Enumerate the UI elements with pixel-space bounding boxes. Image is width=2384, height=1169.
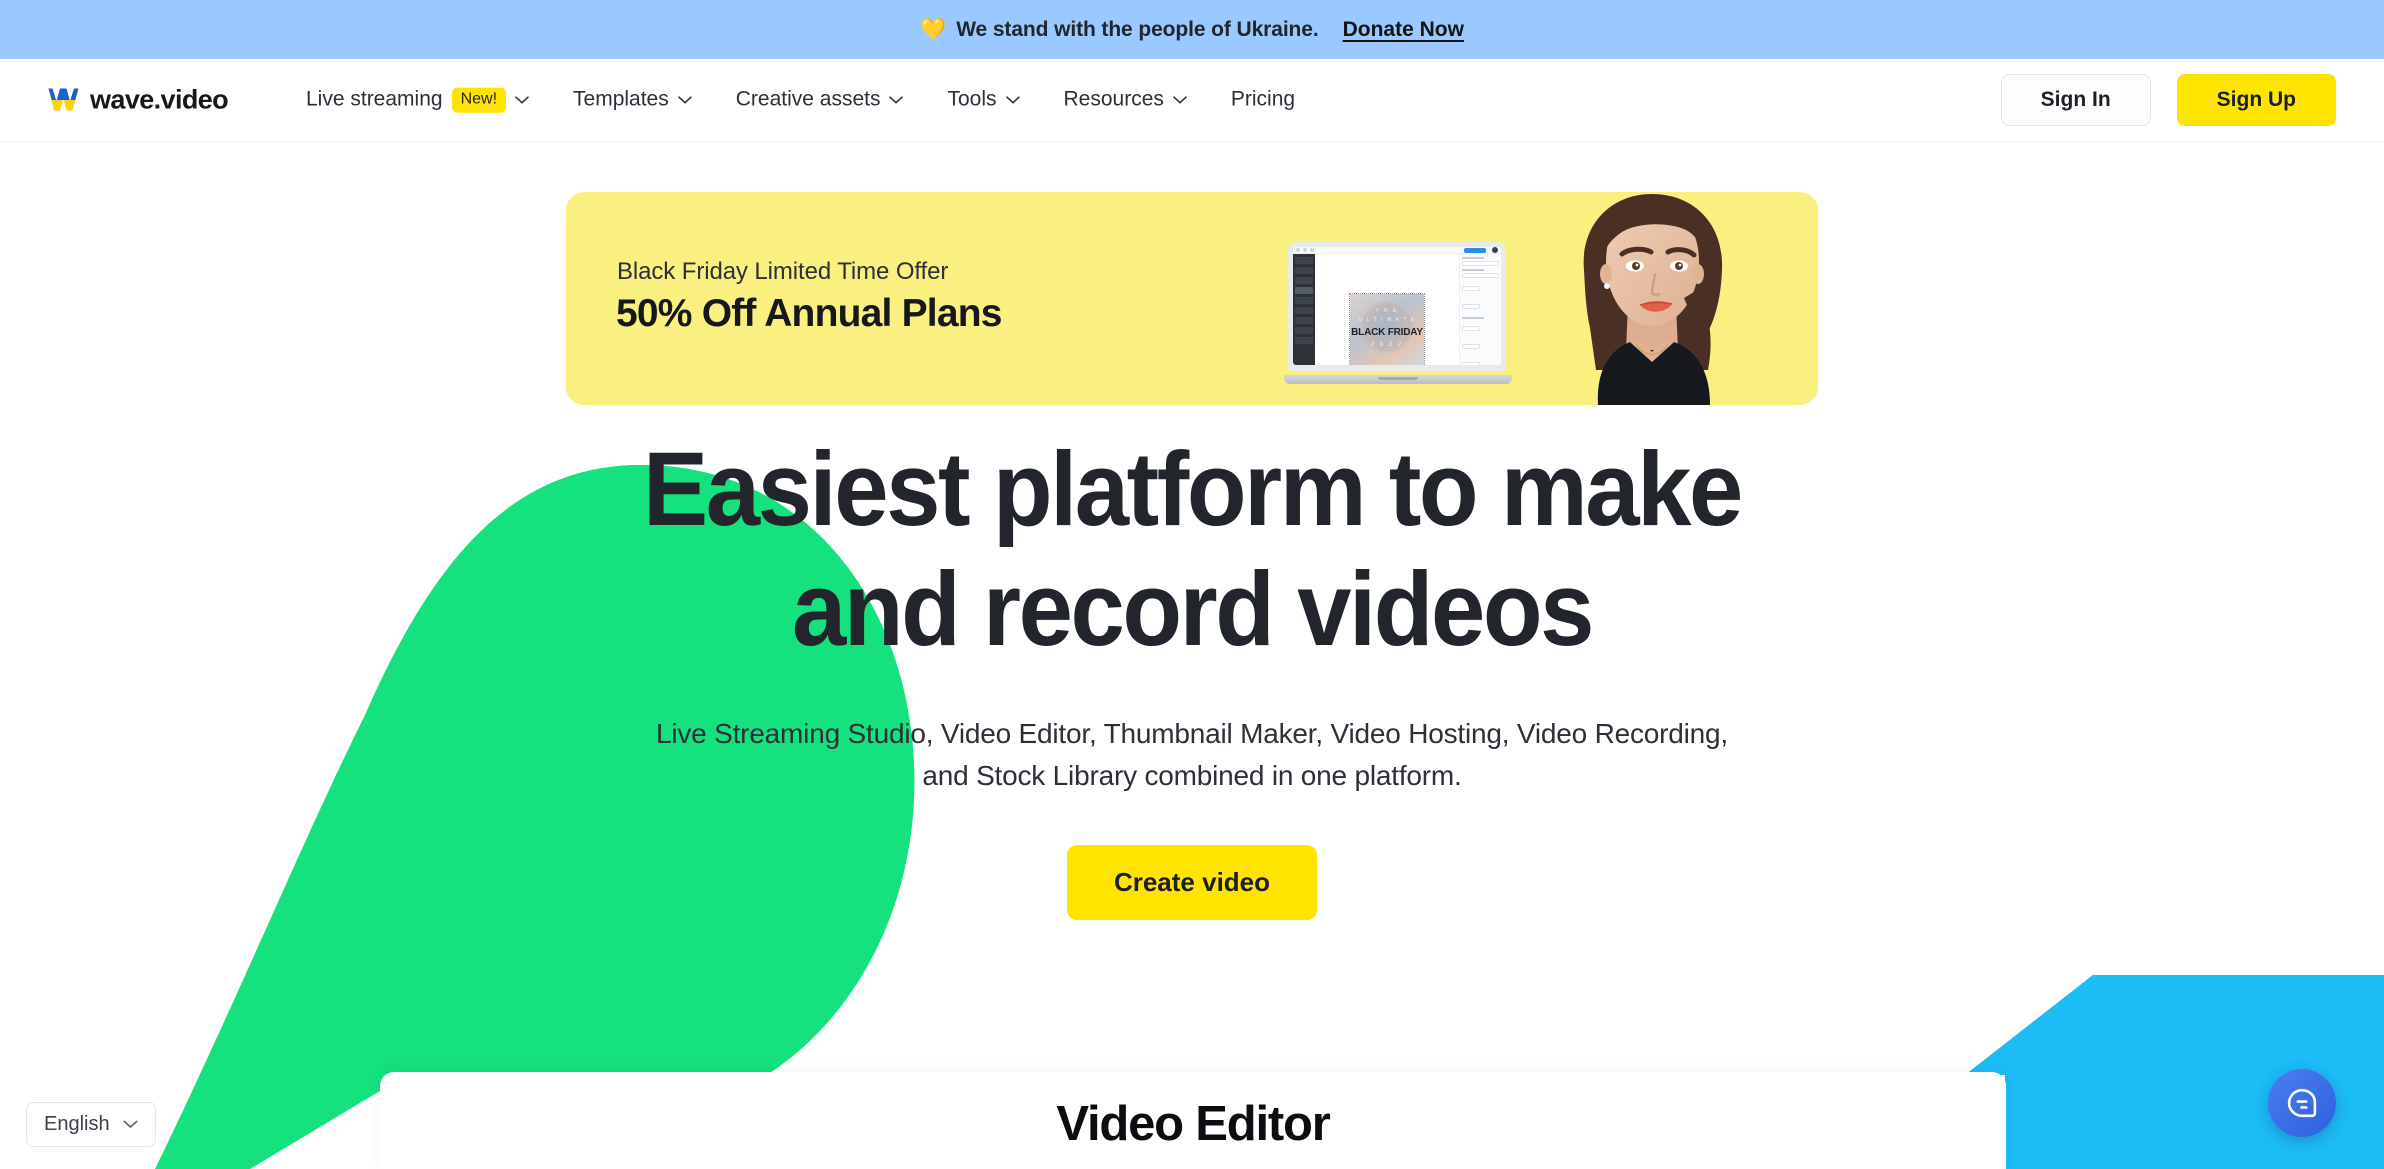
hero-heading-line2: and record videos xyxy=(791,550,1594,668)
wave-w-icon xyxy=(48,88,79,111)
editor-canvas-preview: T H E U L T I M A T E BLACK FRIDAY 2 0 2… xyxy=(1349,293,1425,365)
nav-label: Live streaming xyxy=(306,88,443,111)
hero-heading: Easiest platform to make and record vide… xyxy=(83,430,2300,669)
hero-cta-wrap: Create video xyxy=(0,845,2384,921)
promo-art-line3: BLACK FRIDAY xyxy=(1351,327,1423,338)
chat-widget-button[interactable] xyxy=(2268,1069,2336,1137)
promo-title: 50% Off Annual Plans xyxy=(616,292,1002,335)
language-selector[interactable]: English xyxy=(26,1102,156,1147)
site-header: wave.video Live streaming New! Templates… xyxy=(0,59,2384,142)
laptop-mockup-image: T H E U L T I M A T E BLACK FRIDAY 2 0 2… xyxy=(1284,242,1512,384)
promo-eyebrow: Black Friday Limited Time Offer xyxy=(617,258,949,285)
ukraine-banner-text: We stand with the people of Ukraine. xyxy=(956,17,1319,41)
logo-text: wave.video xyxy=(90,84,229,115)
nav-label: Resources xyxy=(1063,88,1164,111)
promo-artwork: T H E U L T I M A T E BLACK FRIDAY 2 0 2… xyxy=(1258,192,1818,405)
chevron-down-icon xyxy=(889,96,904,104)
site-logo[interactable]: wave.video xyxy=(48,84,229,116)
sign-in-button[interactable]: Sign In xyxy=(2000,74,2151,126)
chevron-down-icon xyxy=(1173,96,1187,104)
nav-item-pricing[interactable]: Pricing xyxy=(1209,88,1317,112)
sign-up-button[interactable]: Sign Up xyxy=(2176,74,2336,126)
nav-item-creative-assets[interactable]: Creative assets xyxy=(714,88,926,112)
nav-label: Creative assets xyxy=(735,88,881,111)
section-title-video-editor: Video Editor xyxy=(1056,1097,1330,1151)
new-badge: New! xyxy=(451,87,507,113)
chevron-down-icon xyxy=(123,1120,138,1129)
language-selector-label: English xyxy=(44,1113,110,1135)
create-video-button[interactable]: Create video xyxy=(1066,845,1318,921)
chevron-down-icon xyxy=(1005,96,1020,104)
nav-item-live-streaming[interactable]: Live streaming New! xyxy=(300,87,551,113)
nav-label: Pricing xyxy=(1230,88,1296,111)
video-editor-section-card: Video Editor xyxy=(380,1072,2006,1169)
hero-subheading: Live Streaming Studio, Video Editor, Thu… xyxy=(655,718,1729,792)
promo-art-line4: 2 0 2 2 xyxy=(1370,342,1404,348)
nav-item-tools[interactable]: Tools xyxy=(925,88,1041,112)
ukraine-support-banner: 💛 We stand with the people of Ukraine. D… xyxy=(0,0,2384,59)
presenter-portrait-image xyxy=(1583,194,1723,405)
yellow-heart-icon: 💛 xyxy=(920,18,947,41)
promo-art-line2: U L T I M A T E xyxy=(1358,317,1416,323)
chevron-down-icon xyxy=(677,96,692,104)
nav-label: Tools xyxy=(947,88,997,111)
hero-heading-line1: Easiest platform to make xyxy=(643,431,1743,548)
auth-buttons: Sign In Sign Up xyxy=(2000,74,2336,126)
promo-art-line1: T H E xyxy=(1375,308,1399,314)
nav-item-resources[interactable]: Resources xyxy=(1042,88,1209,112)
hero-section: Easiest platform to make and record vide… xyxy=(0,430,2384,921)
chevron-down-icon xyxy=(515,96,529,104)
donate-now-link[interactable]: Donate Now xyxy=(1343,18,1464,42)
chat-bubble-icon xyxy=(2287,1088,2317,1118)
main-navigation: Live streaming New! Templates Creative a… xyxy=(300,87,1317,113)
blue-decorative-blob xyxy=(1965,975,2384,1169)
black-friday-promo-banner[interactable]: Black Friday Limited Time Offer 50% Off … xyxy=(566,192,1818,405)
nav-item-templates[interactable]: Templates xyxy=(551,88,714,112)
nav-label: Templates xyxy=(573,88,669,111)
